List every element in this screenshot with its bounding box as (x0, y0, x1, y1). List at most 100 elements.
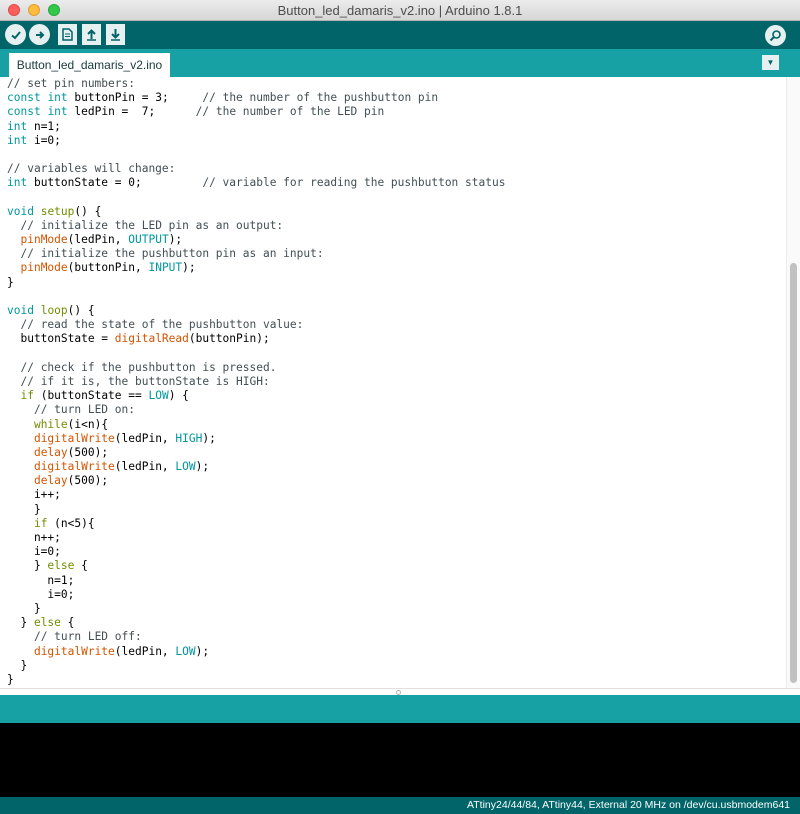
code-line[interactable]: digitalWrite(ledPin, LOW); (7, 460, 777, 474)
code-token: () { (67, 304, 95, 317)
arrow-down-icon (111, 29, 120, 41)
code-token: i=0; (7, 587, 75, 601)
code-token: void (7, 204, 34, 218)
code-token: LOW (175, 460, 196, 474)
code-line[interactable]: } (7, 503, 777, 517)
code-token: ); (202, 431, 216, 445)
code-line[interactable]: buttonState = digitalRead(buttonPin); (7, 332, 777, 346)
code-line[interactable]: pinMode(buttonPin, INPUT); (7, 261, 777, 275)
code-token: digitalWrite (33, 460, 115, 474)
code-line[interactable]: i=0; (7, 545, 777, 559)
code-token: i=0; (27, 133, 61, 147)
open-sketch-button[interactable] (82, 24, 101, 45)
code-line[interactable]: delay(500); (7, 446, 777, 460)
code-line[interactable]: // initialize the pushbutton pin as an i… (7, 247, 777, 261)
code-line[interactable]: delay(500); (7, 474, 777, 488)
upload-button[interactable] (29, 24, 50, 45)
code-token: } (7, 502, 41, 516)
window-title: Button_led_damaris_v2.ino | Arduino 1.8.… (277, 3, 523, 18)
code-token: else (47, 559, 75, 573)
toolbar (0, 21, 800, 49)
code-line[interactable]: } else { (7, 559, 777, 573)
code-line[interactable]: const int ledPin = 7; // the number of t… (7, 105, 777, 119)
code-token: int (47, 105, 68, 119)
message-area (0, 695, 800, 723)
code-line[interactable] (7, 290, 777, 304)
code-token: (ledPin, (67, 233, 129, 247)
code-line[interactable]: while(i<n){ (7, 418, 777, 432)
code-line[interactable]: n++; (7, 531, 777, 545)
code-line[interactable]: int i=0; (7, 134, 777, 148)
code-line[interactable]: if (n<5){ (7, 517, 777, 531)
code-line[interactable]: i++; (7, 488, 777, 502)
tab-bar: Button_led_damaris_v2.ino ▼ (0, 49, 800, 77)
code-line[interactable]: digitalWrite(ledPin, LOW); (7, 645, 777, 659)
tab-menu-button[interactable]: ▼ (762, 55, 779, 70)
save-sketch-button[interactable] (106, 24, 125, 45)
new-sketch-button[interactable] (58, 24, 77, 45)
code-line[interactable]: digitalWrite(ledPin, HIGH); (7, 432, 777, 446)
code-token: } (7, 658, 28, 672)
code-token: INPUT (148, 261, 183, 275)
tab-sketch[interactable]: Button_led_damaris_v2.ino (9, 53, 170, 77)
title-bar: Button_led_damaris_v2.ino | Arduino 1.8.… (0, 0, 800, 21)
code-line[interactable]: // read the state of the pushbutton valu… (7, 318, 777, 332)
code-token: // read the state of the pushbutton valu… (20, 318, 304, 332)
arrow-right-icon (35, 30, 44, 39)
code-line[interactable]: i=0; (7, 588, 777, 602)
code-line[interactable]: // variables will change: (7, 162, 777, 176)
code-line[interactable]: // check if the pushbutton is pressed. (7, 361, 777, 375)
code-line[interactable]: // turn LED off: (7, 630, 777, 644)
code-line[interactable]: n=1; (7, 574, 777, 588)
code-line[interactable]: // set pin numbers: (7, 77, 777, 91)
code-token: () { (74, 204, 102, 218)
code-line[interactable]: } (7, 276, 777, 290)
code-line[interactable]: // turn LED on: (7, 403, 777, 417)
verify-button[interactable] (5, 24, 26, 45)
code-line[interactable]: const int buttonPin = 3; // the number o… (7, 91, 777, 105)
code-line[interactable]: } (7, 602, 777, 616)
code-token: else (33, 616, 61, 630)
status-bar: ATtiny24/44/84, ATtiny44, External 20 MH… (0, 797, 800, 814)
code-text[interactable]: // set pin numbers: const int buttonPin =… (7, 77, 777, 687)
code-line[interactable] (7, 148, 777, 162)
serial-monitor-button[interactable] (765, 25, 786, 46)
code-token: digitalWrite (33, 644, 115, 658)
code-editor[interactable]: // set pin numbers: const int buttonPin =… (0, 77, 800, 688)
editor-scrollbar[interactable] (786, 77, 800, 688)
code-line[interactable]: pinMode(ledPin, OUTPUT); (7, 233, 777, 247)
code-token: } (7, 616, 34, 630)
code-token: // if it is, the buttonState is HIGH: (20, 374, 270, 388)
code-token: void (7, 304, 34, 317)
code-token: const (7, 91, 41, 105)
code-line[interactable]: // if it is, the buttonState is HIGH: (7, 375, 777, 389)
code-line[interactable] (7, 191, 777, 205)
code-token: buttonState = (7, 332, 115, 346)
code-token: // initialize the pushbutton pin as an i… (20, 247, 324, 261)
code-token: if (20, 389, 34, 403)
code-line[interactable] (7, 347, 777, 361)
code-line[interactable]: void loop() { (7, 304, 777, 318)
editor-console-splitter[interactable] (0, 688, 800, 695)
code-line[interactable]: void setup() { (7, 205, 777, 219)
code-line[interactable]: if (buttonState == LOW) { (7, 389, 777, 403)
code-token: (500); (67, 445, 109, 459)
console-output[interactable] (0, 723, 800, 797)
code-line[interactable]: } else { (7, 616, 777, 630)
code-line[interactable]: // initialize the LED pin as an output: (7, 219, 777, 233)
code-line[interactable]: } (7, 673, 777, 687)
code-line[interactable]: int n=1; (7, 120, 777, 134)
editor-scrollbar-thumb[interactable] (790, 263, 797, 683)
code-token: { (74, 559, 88, 573)
code-token: ); (195, 460, 210, 474)
code-token: LOW (148, 389, 169, 403)
code-line[interactable]: } (7, 659, 777, 673)
code-line[interactable]: int buttonState = 0; // variable for rea… (7, 176, 777, 190)
